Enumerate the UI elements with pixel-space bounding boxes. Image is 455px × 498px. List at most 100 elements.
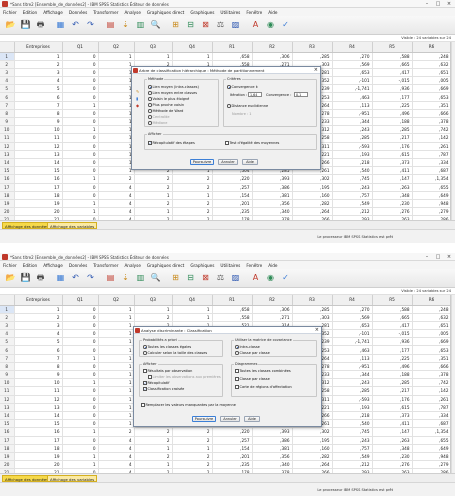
use-sets-icon[interactable]: ◉ xyxy=(264,19,277,32)
grid-cell[interactable]: ,193 xyxy=(332,150,373,159)
row-number[interactable]: 9 xyxy=(0,117,15,127)
grid-cell[interactable]: 0 xyxy=(62,68,99,78)
row-number[interactable]: 7 xyxy=(0,354,15,363)
grid-cell[interactable]: ,257 xyxy=(212,183,253,192)
grid-cell[interactable]: ,463 xyxy=(332,345,373,355)
column-header[interactable]: R3 xyxy=(292,42,333,53)
covariance-option-separate[interactable]: Classe par classe xyxy=(235,351,270,355)
grid-cell[interactable]: 2 xyxy=(172,174,213,184)
grid-cell[interactable]: ,201 xyxy=(212,199,253,209)
grid-cell[interactable]: 9 xyxy=(14,117,63,127)
grid-cell[interactable]: ,142 xyxy=(412,386,450,396)
row-number[interactable]: 11 xyxy=(0,386,15,396)
grid-cell[interactable]: ,271 xyxy=(252,313,293,322)
grid-cell[interactable]: ,569 xyxy=(332,313,373,322)
grid-cell[interactable]: 0 xyxy=(62,191,99,200)
grid-cell[interactable]: ,-593 xyxy=(332,142,373,151)
column-header[interactable]: Entreprises xyxy=(14,295,63,306)
maximize-button[interactable]: □ xyxy=(434,1,442,7)
grid-cell[interactable]: ,615 xyxy=(372,403,413,412)
grid-cell[interactable]: 0 xyxy=(62,386,99,396)
menu-graphiques[interactable]: Graphiques xyxy=(190,10,214,15)
method-option-2[interactable]: Lien moyen entre classes xyxy=(148,91,197,95)
criteria-option-convergence[interactable]: Convergence k xyxy=(227,85,258,89)
grid-cell[interactable]: ,649 xyxy=(412,191,450,200)
select-cases-icon[interactable]: ▨ xyxy=(229,272,242,285)
grid-cell[interactable]: ,334 xyxy=(412,411,450,421)
grid-cell[interactable]: 2 xyxy=(172,199,213,209)
column-header[interactable]: Q2 xyxy=(98,42,135,53)
grid-cell[interactable]: 1 xyxy=(98,133,135,143)
grid-cell[interactable]: 4 xyxy=(98,460,135,470)
close-window-button[interactable]: × xyxy=(445,1,453,7)
grid-cell[interactable]: 2 xyxy=(14,313,63,322)
minimize-button[interactable]: – xyxy=(423,254,431,260)
column-header[interactable]: R5 xyxy=(372,42,413,53)
select-cases-icon[interactable]: ▨ xyxy=(229,19,242,32)
grid-cell[interactable]: ,745 xyxy=(332,427,373,437)
insert-variable-icon[interactable]: ⊟ xyxy=(184,19,197,32)
grid-cell[interactable]: 10 xyxy=(14,378,63,388)
grid-cell[interactable]: 0 xyxy=(62,370,99,380)
grid-cell[interactable]: 2 xyxy=(172,436,213,445)
display-option-summary[interactable]: ✓ Récapitulatif xyxy=(143,381,169,385)
grid-cell[interactable]: 7 xyxy=(14,101,63,110)
display-option-casewise[interactable]: Résultats par observation xyxy=(143,369,192,373)
print-icon[interactable]: 🖶 xyxy=(34,19,47,32)
grid-cell[interactable]: 1 xyxy=(98,321,135,331)
checkbox[interactable] xyxy=(235,385,239,389)
grid-cell[interactable]: 0 xyxy=(62,403,99,412)
method-option-3[interactable]: Voisin le plus éloigné xyxy=(148,97,189,101)
grid-cell[interactable]: ,230 xyxy=(372,452,413,462)
grid-cell[interactable]: 3 xyxy=(14,68,63,78)
grid-cell[interactable]: ,653 xyxy=(412,345,450,355)
grid-cell[interactable]: ,243 xyxy=(332,378,373,388)
grid-cell[interactable]: 2 xyxy=(14,60,63,69)
grid-cell[interactable]: ,655 xyxy=(412,183,450,192)
grid-cell[interactable]: 1 xyxy=(62,460,99,470)
row-number[interactable]: 4 xyxy=(0,76,15,86)
column-header[interactable]: R4 xyxy=(332,295,373,306)
row-number[interactable]: 14 xyxy=(0,411,15,421)
grid-cell[interactable]: 1 xyxy=(98,378,135,388)
spelling-icon[interactable]: ✓ xyxy=(279,272,292,285)
row-number[interactable]: 6 xyxy=(0,345,15,355)
radio-button[interactable] xyxy=(143,351,147,355)
grid-cell[interactable]: ,160 xyxy=(292,191,333,200)
grid-cell[interactable]: ,386 xyxy=(252,436,293,445)
grid-cell[interactable]: ,549 xyxy=(332,452,373,462)
grid-cell[interactable]: 2 xyxy=(134,183,173,192)
grid-cell[interactable]: ,195 xyxy=(292,436,333,445)
column-header[interactable]: Q3 xyxy=(134,42,173,53)
save-icon[interactable]: 💾 xyxy=(19,272,32,285)
grid-cell[interactable]: ,665 xyxy=(372,60,413,69)
row-number[interactable]: 8 xyxy=(0,362,15,372)
row-number[interactable]: 6 xyxy=(0,92,15,102)
grid-cell[interactable]: 1 xyxy=(98,395,135,404)
menu-analyse[interactable]: Analyse xyxy=(124,10,140,15)
grid-cell[interactable]: ,669 xyxy=(412,84,450,94)
insert-variable-icon[interactable]: ⊟ xyxy=(184,272,197,285)
grid-cell[interactable]: 0 xyxy=(62,117,99,127)
grid-cell[interactable]: 1 xyxy=(98,403,135,412)
find-icon[interactable]: 🔍 xyxy=(149,19,162,32)
grid-cell[interactable]: 1 xyxy=(98,109,135,119)
grid-cell[interactable]: ,787 xyxy=(412,150,450,159)
grid-cell[interactable]: ,334 xyxy=(412,158,450,168)
row-number-header[interactable] xyxy=(0,295,15,306)
grid-cell[interactable]: ,417 xyxy=(372,321,413,331)
menu-utilitaires[interactable]: Utilitaires xyxy=(220,263,240,268)
grid-cell[interactable]: 0 xyxy=(62,337,99,347)
row-number[interactable]: 13 xyxy=(0,403,15,412)
grid-cell[interactable]: ,411 xyxy=(372,419,413,429)
grid-cell[interactable]: 4 xyxy=(98,436,135,445)
grid-cell[interactable]: ,220 xyxy=(212,427,253,437)
grid-cell[interactable]: 0 xyxy=(62,395,99,404)
grid-cell[interactable]: ,264 xyxy=(292,460,333,470)
continue-button[interactable]: Poursuivre xyxy=(190,159,214,165)
grid-cell[interactable]: 14 xyxy=(14,411,63,421)
grid-cell[interactable]: ,463 xyxy=(332,92,373,102)
row-number-header[interactable] xyxy=(0,42,15,53)
goto-variable-icon[interactable]: ⇣ xyxy=(119,272,132,285)
grid-cell[interactable]: ,-951 xyxy=(332,362,373,372)
